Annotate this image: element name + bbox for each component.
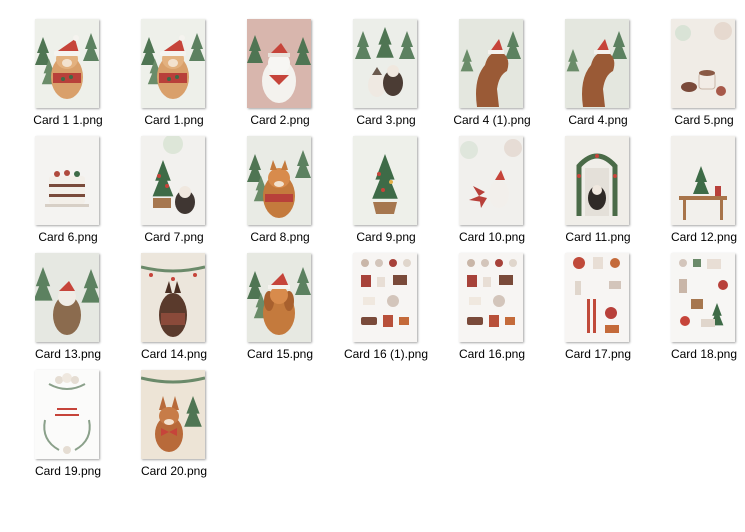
tree-basket-icon [353,136,417,225]
file-name-label: Card 18.png [670,347,738,361]
file-item[interactable]: Card 19.png [15,365,121,482]
file-item[interactable]: Card 4 (1).png [439,14,545,131]
dog-santa-hat-icon [141,19,205,108]
dogs-trees-icon [353,19,417,108]
file-item[interactable]: Card 3.png [333,14,439,131]
file-grid: Card 1 1.png Card 1.png Card 2.png Card … [15,14,737,482]
file-item[interactable]: Card 6.png [15,131,121,248]
file-name-label: Card 10.png [458,230,526,244]
file-name-label: Card 14.png [140,347,208,361]
file-name-label: Card 9.png [356,230,416,244]
cocoa-icon [671,19,735,108]
file-name-label: Card 1.png [144,113,204,127]
spaniel-icon [247,253,311,342]
file-item[interactable]: Card 10.png [439,131,545,248]
clipart-sheet-icon [459,253,523,342]
file-name-label: Card 7.png [144,230,204,244]
file-name-label: Card 16.png [458,347,526,361]
poinsettia-icon [459,136,523,225]
file-item[interactable]: Card 14.png [121,248,227,365]
file-name-label: Card 4.png [568,113,628,127]
cake-icon [35,136,99,225]
horse-icon [459,19,523,108]
file-item[interactable]: Card 13.png [15,248,121,365]
fox-dog-icon [247,136,311,225]
file-name-label: Card 13.png [34,347,102,361]
file-name-label: Card 11.png [565,230,631,244]
file-name-label: Card 5.png [674,113,734,127]
file-item[interactable]: Card 7.png [121,131,227,248]
file-name-label: Card 20.png [140,464,208,478]
corgi-icon [141,370,205,459]
file-name-label: Card 12.png [670,230,738,244]
file-name-label: Card 19.png [34,464,102,478]
husky-icon [35,253,99,342]
floral-frame-icon [35,370,99,459]
file-name-label: Card 8.png [250,230,310,244]
file-item[interactable]: Card 1.png [121,14,227,131]
clipart-sheet-icon [353,253,417,342]
file-item[interactable]: Card 5.png [651,14,745,131]
file-item[interactable]: Card 17.png [545,248,651,365]
tree-dog-icon [141,136,205,225]
file-item[interactable]: Card 8.png [227,131,333,248]
file-item[interactable]: Card 18.png [651,248,745,365]
file-name-label: Card 2.png [250,113,310,127]
file-item[interactable]: Card 9.png [333,131,439,248]
file-item[interactable]: Card 16.png [439,248,545,365]
file-item[interactable]: Card 11.png [545,131,651,248]
file-name-label: Card 6.png [38,230,98,244]
file-item[interactable]: Card 1 1.png [15,14,121,131]
white-dog-icon [247,19,311,108]
file-name-label: Card 15.png [246,347,314,361]
dog-santa-hat-icon [35,19,99,108]
file-name-label: Card 16 (1).png [343,347,429,361]
file-item[interactable]: Card 4.png [545,14,651,131]
file-item[interactable]: Card 20.png [121,365,227,482]
file-item[interactable]: Card 12.png [651,131,745,248]
wreath-door-icon [565,136,629,225]
file-item[interactable]: Card 2.png [227,14,333,131]
file-item[interactable]: Card 15.png [227,248,333,365]
table-tree-icon [671,136,735,225]
file-item[interactable]: Card 16 (1).png [333,248,439,365]
file-name-label: Card 1 1.png [33,113,103,127]
file-name-label: Card 17.png [564,347,632,361]
doberman-icon [141,253,205,342]
file-name-label: Card 3.png [356,113,416,127]
christmas-clipart-icon [671,253,735,342]
horse-icon [565,19,629,108]
winter-clipart-icon [565,253,629,342]
file-name-label: Card 4 (1).png [453,113,531,127]
